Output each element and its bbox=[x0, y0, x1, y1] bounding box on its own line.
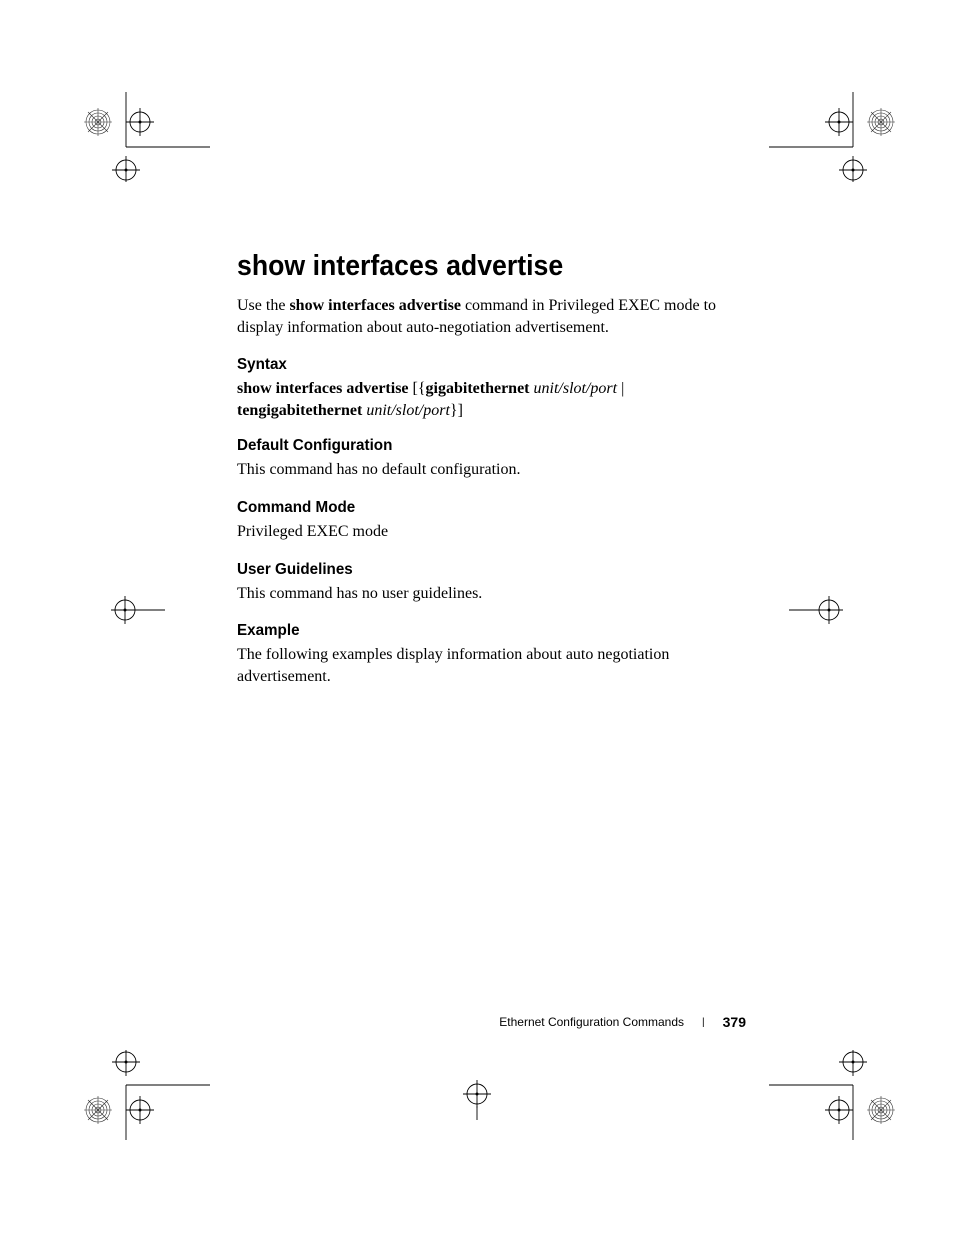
intro-paragraph: Use the show interfaces advertise comman… bbox=[237, 295, 747, 338]
crop-mark-bottom-right bbox=[769, 1050, 899, 1140]
syntax-cmd: show interfaces advertise bbox=[237, 380, 409, 397]
heading-default-cfg: Default Configuration bbox=[237, 437, 722, 455]
footer-separator-icon: | bbox=[702, 1017, 705, 1028]
body-example: The following examples display informati… bbox=[237, 644, 747, 687]
body-user-guide: This command has no user guidelines. bbox=[237, 583, 747, 605]
page-footer: Ethernet Configuration Commands | 379 bbox=[499, 1014, 746, 1030]
crop-mark-bottom-center bbox=[450, 1080, 504, 1120]
syntax-close: }] bbox=[450, 402, 463, 419]
crop-mark-top-left bbox=[80, 92, 210, 182]
content-area: show interfaces advertise Use the show i… bbox=[237, 250, 747, 705]
syntax-param1: unit/slot/port bbox=[534, 380, 618, 397]
syntax-pipe: | bbox=[617, 380, 624, 397]
crop-mark-bottom-left bbox=[80, 1050, 210, 1140]
footer-page-number: 379 bbox=[723, 1014, 746, 1030]
crop-mark-mid-left bbox=[95, 595, 165, 625]
heading-example: Example bbox=[237, 622, 722, 640]
body-cmd-mode: Privileged EXEC mode bbox=[237, 521, 747, 543]
command-title: show interfaces advertise bbox=[237, 250, 706, 283]
intro-cmd: show interfaces advertise bbox=[289, 297, 461, 314]
body-default-cfg: This command has no default configuratio… bbox=[237, 459, 747, 481]
heading-user-guide: User Guidelines bbox=[237, 561, 722, 579]
heading-cmd-mode: Command Mode bbox=[237, 499, 722, 517]
crop-mark-top-right bbox=[769, 92, 899, 182]
syntax-param2: unit/slot/port bbox=[366, 402, 450, 419]
footer-chapter: Ethernet Configuration Commands bbox=[499, 1015, 684, 1029]
page: show interfaces advertise Use the show i… bbox=[0, 0, 954, 1235]
syntax-open: [{ bbox=[409, 380, 426, 397]
intro-pre: Use the bbox=[237, 297, 289, 314]
crop-mark-mid-right bbox=[789, 595, 859, 625]
syntax-kw2: tengigabitethernet bbox=[237, 402, 362, 419]
syntax-kw1: gigabitethernet bbox=[426, 380, 530, 397]
syntax-block: show interfaces advertise [{gigabitether… bbox=[237, 378, 747, 421]
heading-syntax: Syntax bbox=[237, 356, 722, 374]
